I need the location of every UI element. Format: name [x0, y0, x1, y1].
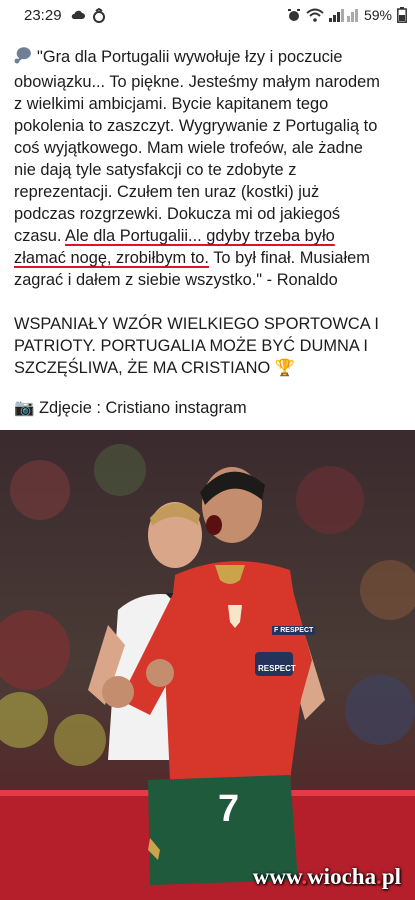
- signal-icon: [328, 9, 358, 22]
- trophy-icon: 🏆: [274, 359, 296, 377]
- app-icon: [93, 8, 105, 23]
- quote-line: pokolenia to zaszczyt. Wygrywanie z Port…: [14, 117, 378, 135]
- underlined-quote: Ale dla Portugalii... gdyby trzeba było: [65, 227, 335, 245]
- status-time: 23:29: [24, 7, 62, 24]
- battery-percent: 59%: [363, 7, 392, 23]
- headline-line: SZCZĘŚLIWA, ŻE MA CRISTIANO: [14, 359, 271, 377]
- alarm-icon: [287, 9, 300, 21]
- speech-bubble-icon: [14, 47, 34, 71]
- headline-line: WSPANIAŁY WZÓR WIELKIEGO SPORTOWCA I: [14, 315, 379, 333]
- headline-line: PATRIOTY. PORTUGALIA MOŻE BYĆ DUMNA I: [14, 337, 368, 355]
- battery-icon: [397, 7, 407, 23]
- quote-line: podczas rozgrzewki. Dokucza mi od jakieg…: [14, 205, 341, 223]
- post-photo[interactable]: 7 F RESPECT RESPECT www.wiocha.pl: [0, 430, 415, 900]
- watermark-suffix: pl: [381, 864, 401, 889]
- photo-credit: 📷 Zdjęcie : Cristiano instagram: [14, 397, 404, 419]
- watermark-prefix: www: [252, 864, 302, 889]
- quote-line: zagrać i dałem z siebie wszystko." - Ron…: [14, 271, 338, 289]
- headline-paragraph: WSPANIAŁY WZÓR WIELKIEGO SPORTOWCA I PAT…: [14, 313, 404, 379]
- photo-credit-text: Zdjęcie : Cristiano instagram: [34, 399, 247, 417]
- camera-icon: 📷: [14, 399, 35, 417]
- site-watermark: www.wiocha.pl: [252, 864, 401, 889]
- quote-line: nie dają tyle satysfakcji co te zdobyte …: [14, 161, 297, 179]
- quote-line: To był finał. Musiałem: [208, 249, 370, 267]
- sleeve-patch: F RESPECT: [272, 626, 316, 635]
- post-body: "Gra dla Portugalii wywołuje łzy i poczu…: [14, 46, 404, 419]
- wifi-icon: [306, 8, 324, 22]
- quote-line: coś wyjątkowego. Mam wiele trofeów, ale …: [14, 139, 363, 157]
- quote-line: obowiązku... To piękne. Jesteśmy małym n…: [14, 73, 380, 91]
- watermark-name: wiocha: [307, 864, 377, 889]
- status-bar: 23:29 59%: [0, 0, 415, 32]
- quote-line: czasu.: [14, 227, 66, 245]
- captain-armband: RESPECT: [258, 664, 296, 673]
- quote-line: z wielkimi ambicjami. Bycie kapitanem te…: [14, 95, 329, 113]
- quote-line: "Gra dla Portugalii wywołuje łzy i poczu…: [37, 48, 343, 66]
- photo-illustration: [0, 430, 415, 900]
- underlined-quote: złamać nogę, zrobiłbym to.: [14, 249, 209, 267]
- quote-line: reprezentacji. Czułem ten uraz (kostki) …: [14, 183, 320, 201]
- quote-paragraph: "Gra dla Portugalii wywołuje łzy i poczu…: [14, 46, 404, 291]
- jersey-number: 7: [218, 788, 240, 830]
- cloud-icon: [71, 10, 85, 19]
